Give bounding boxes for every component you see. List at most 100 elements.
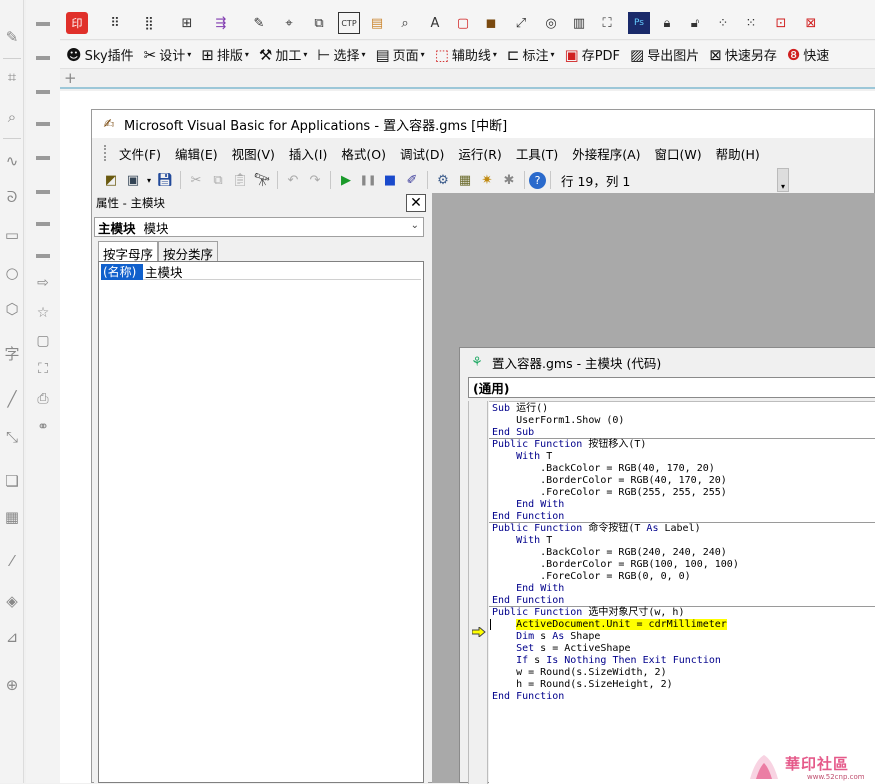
code-line[interactable]: End With	[492, 499, 564, 511]
connector-tool-icon[interactable]: ⤡	[1, 426, 23, 448]
design-mode-icon[interactable]: ✐	[401, 169, 423, 191]
square-outline-icon[interactable]: ▢	[452, 12, 474, 34]
grid-icon[interactable]: ⠿	[104, 12, 126, 34]
curve-tool-icon[interactable]: ∿	[1, 150, 23, 172]
reset-icon[interactable]: ■	[379, 169, 401, 191]
code-line[interactable]: .BackColor = RGB(40, 170, 20)	[492, 463, 715, 475]
spiral-tool-icon[interactable]: ᘐ	[1, 186, 23, 208]
connector-shape-icon[interactable]: ⚭	[32, 416, 54, 438]
transparency-tool-icon[interactable]: ▦	[1, 506, 23, 528]
menu-insert[interactable]: 插入(I)	[282, 144, 334, 163]
quick-button[interactable]: ❽ 快速	[787, 45, 829, 65]
menu-annotate[interactable]: ⊏ 标注 ▾	[507, 45, 555, 65]
toolbar-overflow-button[interactable]: ▾	[777, 168, 789, 192]
photoshop-icon[interactable]: Ps	[628, 12, 650, 34]
code-margin-gutter[interactable]	[468, 401, 488, 784]
copy-icon[interactable]: ⧉	[207, 169, 229, 191]
menu-format[interactable]: 格式(O)	[334, 144, 393, 163]
tab-categorized[interactable]: 按分类序	[158, 241, 219, 262]
polygon-tool-icon[interactable]: ⬡	[1, 298, 23, 320]
code-line[interactable]: With T	[492, 535, 552, 547]
print-logo-icon[interactable]: 印	[66, 12, 88, 34]
star-shape-icon[interactable]: ☆	[32, 302, 54, 324]
menu-process[interactable]: ⚒ 加工 ▾	[259, 45, 307, 65]
rectangle-tool-icon[interactable]: ▭	[1, 224, 23, 246]
object-selector[interactable]: 主模块 模块 ⌄	[94, 217, 424, 237]
toolbox-icon[interactable]: ✱	[498, 169, 520, 191]
code-line[interactable]: End With	[492, 583, 564, 595]
cut-icon[interactable]: ✂	[185, 169, 207, 191]
stamp-icon[interactable]: ⎙	[32, 388, 54, 410]
menu-debug[interactable]: 调试(D)	[393, 144, 451, 163]
frame-icon[interactable]: ⧉	[308, 12, 330, 34]
smart-fill-tool-icon[interactable]: ⊿	[1, 626, 23, 648]
code-line[interactable]: .ForeColor = RGB(0, 0, 0)	[492, 571, 691, 583]
search-plus-icon[interactable]: ⌕	[394, 12, 416, 34]
code-line[interactable]: Public Function 选中对象尺寸(w, h)	[492, 607, 684, 619]
callout-shape-icon[interactable]: ▢	[32, 330, 54, 352]
export-image-button[interactable]: ▨ 导出图片	[630, 45, 699, 65]
menu-file[interactable]: 文件(F)	[112, 144, 168, 163]
menu-page[interactable]: ▤ 页面 ▾	[375, 45, 424, 65]
crosshair-icon[interactable]: ⌖	[278, 12, 300, 34]
code-editor[interactable]: Sub 运行() UserForm1.Show (0) End Sub Public…	[489, 401, 875, 784]
crop-marks-icon[interactable]: ⛶	[596, 12, 618, 34]
menu-edit[interactable]: 编辑(E)	[168, 144, 225, 163]
code-line[interactable]: UserForm1.Show (0)	[492, 415, 624, 427]
square-fill-icon[interactable]: ◼	[480, 12, 502, 34]
lock-icon[interactable]: 🔒︎	[656, 12, 678, 34]
save-pdf-button[interactable]: ▣ 存PDF	[565, 45, 621, 65]
scatter-icon[interactable]: ⁙	[740, 12, 762, 34]
dots-select-icon[interactable]: ⁘	[712, 12, 734, 34]
chevron-down-icon[interactable]: ▾	[144, 169, 154, 191]
object-combo[interactable]: (通用)	[468, 377, 875, 398]
vba-title-bar[interactable]: ✍ Microsoft Visual Basic for Application…	[92, 110, 874, 138]
code-line[interactable]: Dim s As Shape	[492, 631, 600, 643]
paste-icon[interactable]: 📋︎	[229, 169, 251, 191]
barcode-icon[interactable]: ▥	[568, 12, 590, 34]
view-host-app-icon[interactable]: ◩	[100, 169, 122, 191]
find-icon[interactable]: 🔭︎	[251, 169, 273, 191]
code-window-title-bar[interactable]: ⚘ 置入容器.gms - 主模块 (代码)	[460, 348, 875, 376]
save-icon[interactable]: 💾︎	[154, 169, 176, 191]
help-icon[interactable]: ?	[529, 171, 546, 189]
undo-icon[interactable]: ↶	[282, 169, 304, 191]
dots-grid-icon[interactable]: ⣿	[138, 12, 160, 34]
code-line[interactable]: Public Function 按钮移入(T)	[492, 439, 646, 451]
flowchart-shape-icon[interactable]: ⛶	[32, 358, 54, 380]
arrow-shape-icon[interactable]: ⇨	[32, 272, 54, 294]
property-row[interactable]: (名称) 主模块	[101, 262, 421, 281]
code-line[interactable]: Sub 运行()	[492, 403, 548, 415]
code-line[interactable]: .BorderColor = RGB(100, 100, 100)	[492, 559, 739, 571]
target-icon[interactable]: ◎	[540, 12, 562, 34]
code-line[interactable]: ActiveDocument.Unit = cdrMillimeter	[492, 619, 727, 631]
property-value[interactable]: 主模块	[143, 262, 183, 281]
break-icon[interactable]: ❚❚	[357, 169, 379, 191]
code-line[interactable]: Set s = ActiveShape	[492, 643, 630, 655]
menu-sky-plugin[interactable]: ☻ Sky插件	[66, 45, 134, 65]
menu-design[interactable]: ✂ 设计 ▾	[144, 45, 192, 65]
red-grid-icon[interactable]: ⊠	[800, 12, 822, 34]
menu-select[interactable]: ⊢ 选择 ▾	[317, 45, 365, 65]
project-explorer-icon[interactable]: ⚙	[432, 169, 454, 191]
quick-save-button[interactable]: ⊠ 快速另存	[709, 45, 777, 65]
pen-icon[interactable]: ✎	[248, 12, 270, 34]
red-frame-icon[interactable]: ⊡	[770, 12, 792, 34]
code-line[interactable]: With T	[492, 451, 552, 463]
close-icon[interactable]: ✕	[406, 194, 426, 212]
eyedropper-tool-icon[interactable]: ⁄	[1, 550, 23, 572]
code-line[interactable]: End Function	[492, 691, 564, 703]
text-a-icon[interactable]: A	[424, 12, 446, 34]
code-line[interactable]: If s Is Nothing Then Exit Function	[492, 655, 721, 667]
tab-alphabetic[interactable]: 按字母序	[98, 241, 159, 262]
redo-icon[interactable]: ↷	[304, 169, 326, 191]
zoom-tool-icon[interactable]: ⌕	[1, 106, 23, 128]
menu-guideline[interactable]: ⬚ 辅助线 ▾	[435, 45, 497, 65]
add-document-icon[interactable]: +	[64, 70, 78, 86]
shadow-tool-icon[interactable]: ❏	[1, 470, 23, 492]
ctp-icon[interactable]: CTP	[338, 12, 360, 34]
code-line[interactable]: Public Function 命令按钮(T As Label)	[492, 523, 701, 535]
menu-addins[interactable]: 外接程序(A)	[565, 144, 647, 163]
ellipse-tool-icon[interactable]: ○	[1, 262, 23, 284]
code-line[interactable]: .ForeColor = RGB(255, 255, 255)	[492, 487, 727, 499]
